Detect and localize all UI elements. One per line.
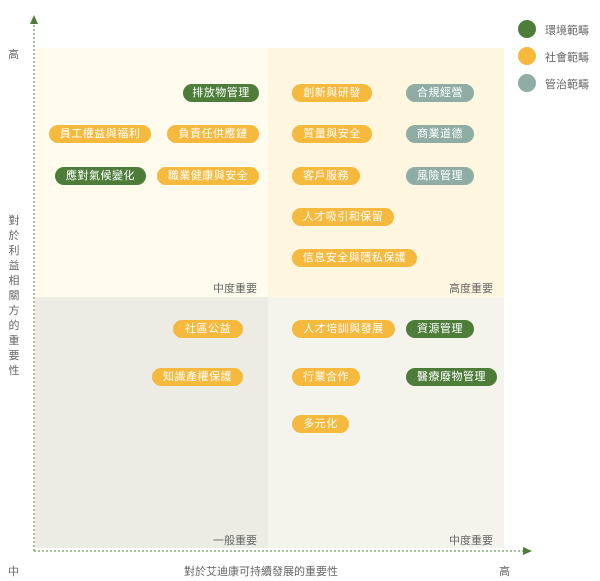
- x-axis-high-label: 高: [499, 565, 510, 578]
- topic-risk-management: 風險管理: [406, 167, 474, 185]
- x-axis-title: 對於艾迪康可持續發展的重要性: [184, 565, 338, 578]
- topic-talent-training: 人才培訓與發展: [292, 320, 395, 338]
- x-axis-low-label: 中: [8, 565, 19, 578]
- topic-medical-waste: 醫療廢物管理: [406, 368, 497, 386]
- topic-compliance: 合規經營: [406, 84, 474, 102]
- topic-employee-rights: 員工權益與福利: [49, 125, 151, 143]
- topic-innovation: 創新與研發: [292, 84, 372, 102]
- topic-industry-cooperation: 行業合作: [292, 368, 360, 386]
- topic-business-ethics: 商業道德: [406, 125, 474, 143]
- topic-quality-safety: 質量與安全: [292, 125, 372, 143]
- topic-responsible-supply-chain: 負責任供應鏈: [167, 125, 259, 143]
- legend-label-social: 社會範疇: [545, 51, 589, 64]
- topic-occupational-health: 職業健康與安全: [157, 167, 259, 185]
- y-axis-high-label: 高: [8, 48, 19, 61]
- legend-dot-environment: [518, 20, 536, 38]
- quadrant-label-top-right: 高度重要: [449, 282, 493, 295]
- topic-emission-management: 排放物管理: [183, 84, 259, 102]
- topic-talent-attraction: 人才吸引和保留: [292, 208, 394, 226]
- quadrant-label-top-left: 中度重要: [213, 282, 257, 295]
- topic-diversity: 多元化: [292, 415, 349, 433]
- legend-label-environment: 環境範疇: [545, 24, 589, 37]
- quadrant-label-bottom-left: 一般重要: [213, 534, 257, 547]
- legend-dot-social: [518, 47, 536, 65]
- topic-climate-change: 應對氣候變化: [55, 167, 146, 185]
- topic-ip-protection: 知識產權保護: [152, 368, 243, 386]
- topic-customer-service: 客戶服務: [292, 167, 360, 185]
- topic-resource-management: 資源管理: [406, 320, 474, 338]
- legend-label-governance: 管治範疇: [545, 78, 589, 91]
- quadrant-label-bottom-right: 中度重要: [449, 534, 493, 547]
- y-axis-title: 對於利益相關方的重要性: [8, 214, 20, 377]
- topic-community: 社區公益: [173, 320, 243, 338]
- topic-info-security: 信息安全與隱私保護: [292, 249, 417, 267]
- legend-dot-governance: [518, 74, 536, 92]
